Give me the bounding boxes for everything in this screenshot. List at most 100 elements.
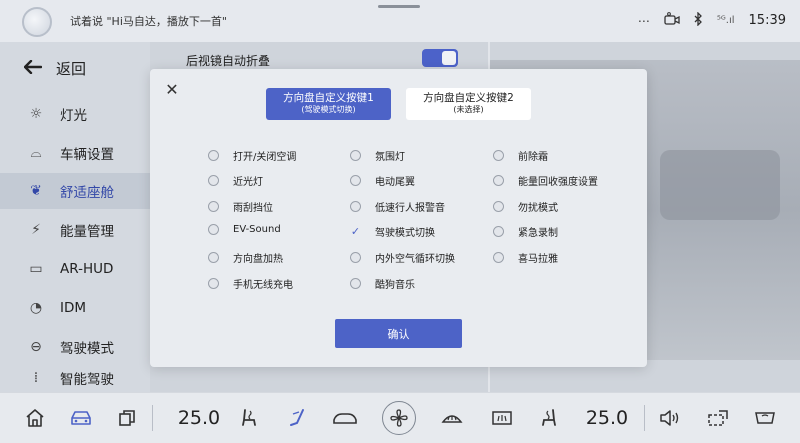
radio-button[interactable]	[493, 226, 504, 237]
option-label: EV-Sound	[233, 224, 281, 235]
radio-button[interactable]	[350, 201, 361, 212]
back-button[interactable]: 返回	[23, 58, 86, 79]
radio-button[interactable]	[493, 150, 504, 161]
option-wireless-charging[interactable]: 手机无线充电	[208, 276, 293, 291]
radio-button[interactable]	[493, 201, 504, 212]
seat-ventilation-icon[interactable]	[284, 403, 310, 433]
voice-assistant-icon[interactable]	[22, 7, 52, 37]
mirror-fold-toggle[interactable]	[422, 49, 458, 67]
option-air-recirculation[interactable]: 内外空气循环切换	[350, 250, 455, 265]
option-ac-toggle[interactable]: 打开/关闭空调	[208, 148, 296, 163]
option-ximalaya[interactable]: 喜马拉雅	[493, 250, 558, 265]
multi-window-icon[interactable]	[114, 403, 140, 433]
car-climate-icon[interactable]	[330, 403, 360, 433]
sidebar-item-drive-mode[interactable]: ⊖ 驾驶模式	[0, 329, 150, 365]
screen-cast-icon[interactable]	[704, 403, 732, 433]
option-label: 方向盘加热	[233, 254, 283, 265]
radio-button[interactable]	[350, 252, 361, 263]
option-steering-heat[interactable]: 方向盘加热	[208, 250, 283, 265]
hud-icon: ▭	[29, 261, 43, 277]
option-label: 紧急录制	[518, 228, 558, 239]
passenger-seat-heat-icon[interactable]	[536, 403, 562, 433]
radio-button[interactable]	[208, 201, 219, 212]
option-ev-sound[interactable]: EV-Sound	[208, 224, 281, 235]
sidebar-item-smart-driving[interactable]: ⁞ 智能驾驶	[0, 365, 150, 391]
rear-defrost-icon[interactable]	[488, 403, 516, 433]
option-label: 近光灯	[233, 177, 263, 188]
smart-driving-icon: ⁞	[33, 370, 39, 386]
radio-button[interactable]	[493, 175, 504, 186]
option-emergency-record[interactable]: 紧急录制	[493, 224, 558, 239]
option-label: 能量回收强度设置	[518, 177, 598, 188]
confirm-button[interactable]: 确认	[335, 319, 462, 348]
sidebar-item-label: 车辆设置	[60, 147, 114, 163]
settings-sidebar: 返回 ☼ 灯光 ⌓ 车辆设置 ❦ 舒适座舱 ⚡ 能量管理 ▭ AR-HUD ◔ …	[0, 42, 150, 392]
option-low-beam[interactable]: 近光灯	[208, 173, 263, 188]
option-label: 内外空气循环切换	[375, 254, 455, 265]
seat-heat-icon[interactable]	[236, 403, 262, 433]
radio-button[interactable]	[208, 252, 219, 263]
tab-subtitle: (驾驶模式切换)	[301, 105, 356, 114]
option-front-defrost[interactable]: 前除霜	[493, 148, 548, 163]
sidebar-item-vehicle-settings[interactable]: ⌓ 车辆设置	[0, 135, 150, 171]
tab-custom-key-1[interactable]: 方向盘自定义按键1 (驾驶模式切换)	[266, 88, 391, 120]
option-drive-mode-switch[interactable]: ✓ 驾驶模式切换	[350, 224, 435, 239]
option-wiper-level[interactable]: 雨刮挡位	[208, 199, 273, 214]
option-ambient-light[interactable]: 氛围灯	[350, 148, 405, 163]
sidebar-item-lights[interactable]: ☼ 灯光	[0, 96, 150, 132]
close-icon[interactable]: ✕	[163, 81, 181, 99]
clock: 15:39	[748, 13, 786, 28]
sidebar-item-energy[interactable]: ⚡ 能量管理	[0, 212, 150, 248]
tab-custom-key-2[interactable]: 方向盘自定义按键2 (未选择)	[406, 88, 531, 120]
more-menu-icon[interactable]: ⋯	[638, 14, 650, 28]
pull-down-handle[interactable]	[378, 5, 420, 8]
sidebar-item-label: AR-HUD	[60, 261, 114, 277]
energy-icon: ⚡	[31, 222, 41, 238]
sidebar-item-idm[interactable]: ◔ IDM	[0, 290, 150, 326]
dock-divider	[644, 405, 645, 431]
status-bar: 试着说 "Hi马自达，播放下一首" ⋯ ⁵ᴳ.ıl 15:39	[0, 0, 800, 42]
option-label: 勿扰模式	[518, 203, 558, 214]
voice-hint-text: 试着说 "Hi马自达，播放下一首"	[70, 15, 227, 28]
volume-icon[interactable]	[656, 403, 686, 433]
front-defrost-icon[interactable]	[438, 403, 466, 433]
radio-button[interactable]	[493, 252, 504, 263]
option-regen-strength[interactable]: 能量回收强度设置	[493, 173, 598, 188]
radio-button[interactable]	[350, 278, 361, 289]
sidebar-item-label: 灯光	[60, 108, 87, 124]
radio-button[interactable]	[350, 175, 361, 186]
passenger-temperature[interactable]: 25.0	[582, 403, 632, 433]
option-do-not-disturb[interactable]: 勿扰模式	[493, 199, 558, 214]
bluetooth-icon	[694, 11, 703, 29]
radio-button[interactable]	[208, 224, 219, 235]
driver-temperature[interactable]: 25.0	[174, 403, 224, 433]
radio-button[interactable]	[208, 150, 219, 161]
radio-button[interactable]	[208, 278, 219, 289]
sidebar-item-ar-hud[interactable]: ▭ AR-HUD	[0, 251, 150, 287]
option-kugou-music[interactable]: 酷狗音乐	[350, 276, 415, 291]
tab-title: 方向盘自定义按键1	[283, 92, 374, 104]
vehicle-icon[interactable]	[66, 403, 96, 433]
bottom-dock: 25.0 25.0	[0, 392, 800, 443]
fan-icon[interactable]	[382, 401, 416, 435]
option-label: 手机无线充电	[233, 280, 293, 291]
option-label: 前除霜	[518, 152, 548, 163]
steering-wheel-icon: ⊖	[30, 339, 42, 355]
steering-settings-icon[interactable]	[750, 403, 780, 433]
tab-title: 方向盘自定义按键2	[423, 92, 514, 104]
option-label: 雨刮挡位	[233, 203, 273, 214]
status-icons: ⋯ ⁵ᴳ.ıl 15:39	[638, 11, 786, 29]
option-label: 低速行人报警音	[375, 203, 445, 214]
option-pedestrian-alert[interactable]: 低速行人报警音	[350, 199, 445, 214]
mirror-fold-label: 后视镜自动折叠	[186, 54, 271, 68]
idm-icon: ◔	[29, 300, 43, 316]
option-label: 驾驶模式切换	[375, 228, 435, 239]
sidebar-item-comfort-cabin[interactable]: ❦ 舒适座舱	[0, 173, 150, 209]
home-icon[interactable]	[22, 403, 48, 433]
radio-button[interactable]	[350, 150, 361, 161]
option-electric-spoiler[interactable]: 电动尾翼	[350, 173, 415, 188]
checkmark-icon[interactable]: ✓	[350, 225, 361, 238]
seat-icon: ❦	[30, 183, 42, 199]
radio-button[interactable]	[208, 175, 219, 186]
sidebar-item-label: 能量管理	[60, 224, 114, 240]
